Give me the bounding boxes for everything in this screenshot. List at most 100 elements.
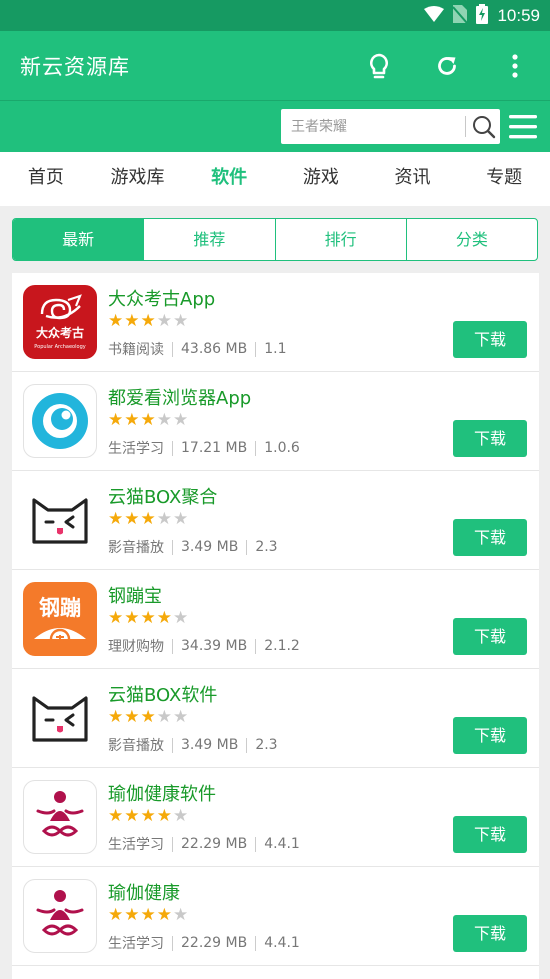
- app-version: 2.3: [255, 539, 278, 555]
- tab-software[interactable]: 软件: [183, 152, 275, 206]
- search-button[interactable]: [469, 111, 499, 142]
- star-empty-icon: ★: [173, 608, 189, 628]
- cat-box-icon: [23, 681, 97, 755]
- meta-divider: [255, 836, 257, 852]
- yoga-logo-icon: [23, 780, 97, 854]
- app-version: 2.1.2: [264, 638, 300, 654]
- meta-divider: [255, 638, 257, 654]
- tab-news[interactable]: 资讯: [367, 152, 459, 206]
- sort-segmented-control: 最新 推荐 排行 分类: [12, 218, 538, 261]
- search-input[interactable]: [291, 109, 461, 144]
- segment-ranking[interactable]: 排行: [274, 219, 406, 260]
- star-filled-icon: ★: [108, 905, 124, 925]
- list-item[interactable]: 云猫BOX聚合 ★ ★ ★ ★ ★ 影音播放 3.49 MB 2.3 下载: [12, 471, 539, 570]
- refresh-button[interactable]: [430, 49, 464, 83]
- download-button[interactable]: 下载: [453, 717, 527, 754]
- app-size: 22.29 MB: [181, 935, 248, 951]
- app-meta: 书籍阅读 43.86 MB 1.1: [108, 339, 286, 359]
- list-item[interactable]: 都爱看浏览器App ★ ★ ★ ★ ★ 生活学习 17.21 MB 1.0.6 下载: [12, 372, 539, 471]
- segment-categories[interactable]: 分类: [405, 219, 537, 260]
- more-button[interactable]: [498, 49, 532, 83]
- tab-games[interactable]: 游戏: [275, 152, 367, 206]
- meta-divider: [172, 341, 173, 357]
- star-empty-icon: ★: [173, 410, 189, 430]
- rating-stars: ★ ★ ★ ★ ★: [108, 907, 188, 924]
- rating-stars: ★ ★ ★ ★ ★: [108, 709, 188, 726]
- tab-topics[interactable]: 专题: [458, 152, 550, 206]
- list-item[interactable]: 大众考古 Popular Archaeology 大众考古App ★ ★ ★ ★ ★ 书…: [12, 273, 539, 372]
- app-list: 大众考古 Popular Archaeology 大众考古App ★ ★ ★ ★ ★ 书…: [12, 273, 539, 979]
- lightbulb-button[interactable]: [362, 49, 396, 83]
- cat-box-icon: [23, 483, 97, 557]
- list-item[interactable]: 瑜伽健康软件 ★ ★ ★ ★ ★ 生活学习 22.29 MB 4.4.1 下载: [12, 768, 539, 867]
- refresh-icon: [438, 57, 456, 75]
- app-meta: 理财购物 34.39 MB 2.1.2: [108, 636, 300, 656]
- download-button[interactable]: 下载: [453, 618, 527, 655]
- star-filled-icon: ★: [140, 311, 156, 331]
- star-filled-icon: ★: [124, 608, 140, 628]
- category-tabs: 首页 游戏库 软件 游戏 资讯 专题: [0, 152, 550, 206]
- app-size: 43.86 MB: [181, 341, 248, 357]
- app-bar: 新云资源库: [0, 31, 550, 100]
- meta-divider: [172, 737, 173, 753]
- hamburger-menu-icon: [509, 115, 537, 139]
- svg-text:大众考古: 大众考古: [36, 325, 84, 340]
- star-empty-icon: ★: [156, 509, 172, 529]
- app-size: 34.39 MB: [181, 638, 248, 654]
- app-meta: 影音播放 3.49 MB 2.3: [108, 735, 278, 755]
- app-version: 2.3: [255, 737, 278, 753]
- star-filled-icon: ★: [124, 410, 140, 430]
- app-category: 生活学习: [108, 936, 164, 952]
- tab-home[interactable]: 首页: [0, 152, 92, 206]
- status-bar: 10:59: [0, 0, 550, 31]
- app-category: 生活学习: [108, 441, 164, 457]
- app-meta: 影音播放 3.49 MB 2.3: [108, 537, 278, 557]
- list-item[interactable]: 瑜伽健康 ★ ★ ★ ★ ★ 生活学习 22.29 MB 4.4.1 下载: [12, 867, 539, 966]
- rating-stars: ★ ★ ★ ★ ★: [108, 610, 188, 627]
- meta-divider: [255, 935, 257, 951]
- meta-divider: [172, 440, 173, 456]
- segment-recommended[interactable]: 推荐: [143, 219, 274, 260]
- rating-stars: ★ ★ ★ ★ ★: [108, 313, 188, 330]
- meta-divider: [246, 539, 248, 555]
- lightbulb-icon: [370, 53, 388, 79]
- segment-latest[interactable]: 最新: [13, 219, 144, 260]
- menu-button[interactable]: [508, 113, 538, 141]
- meta-divider: [246, 737, 248, 753]
- star-filled-icon: ★: [108, 608, 124, 628]
- app-size: 17.21 MB: [181, 440, 248, 456]
- search-divider: [465, 116, 466, 137]
- app-title: 云猫BOX聚合: [108, 487, 218, 508]
- list-item[interactable]: 钢蹦 钢蹦宝 ★ ★ ★ ★ ★ 理财购物 34.39 MB 2.1.2 下载: [12, 570, 539, 669]
- star-empty-icon: ★: [173, 707, 189, 727]
- download-button[interactable]: 下载: [453, 321, 527, 358]
- download-button[interactable]: 下载: [453, 519, 527, 556]
- wifi-icon: [424, 6, 445, 26]
- download-button[interactable]: 下载: [453, 816, 527, 853]
- star-filled-icon: ★: [108, 707, 124, 727]
- star-filled-icon: ★: [140, 509, 156, 529]
- star-empty-icon: ★: [156, 410, 172, 430]
- app-version: 1.1: [264, 341, 287, 357]
- star-empty-icon: ★: [173, 905, 189, 925]
- meta-divider: [172, 935, 173, 951]
- star-filled-icon: ★: [140, 608, 156, 628]
- app-category: 书籍阅读: [108, 342, 164, 358]
- star-filled-icon: ★: [156, 806, 172, 826]
- rating-stars: ★ ★ ★ ★ ★: [108, 808, 188, 825]
- meta-divider: [172, 836, 173, 852]
- download-button[interactable]: 下载: [453, 420, 527, 457]
- yoga-logo-icon: [23, 879, 97, 953]
- star-filled-icon: ★: [124, 509, 140, 529]
- list-item[interactable]: 云猫BOX软件 ★ ★ ★ ★ ★ 影音播放 3.49 MB 2.3 下载: [12, 669, 539, 768]
- svg-text:Popular Archaeology: Popular Archaeology: [34, 344, 85, 350]
- app-title: 云猫BOX软件: [108, 685, 218, 706]
- app-version: 1.0.6: [264, 440, 300, 456]
- star-filled-icon: ★: [156, 608, 172, 628]
- browser-logo-icon: [23, 384, 97, 458]
- tab-game-library[interactable]: 游戏库: [92, 152, 184, 206]
- app-title: 新云资源库: [20, 55, 130, 79]
- more-vert-icon: [512, 54, 518, 78]
- star-filled-icon: ★: [156, 905, 172, 925]
- download-button[interactable]: 下载: [453, 915, 527, 952]
